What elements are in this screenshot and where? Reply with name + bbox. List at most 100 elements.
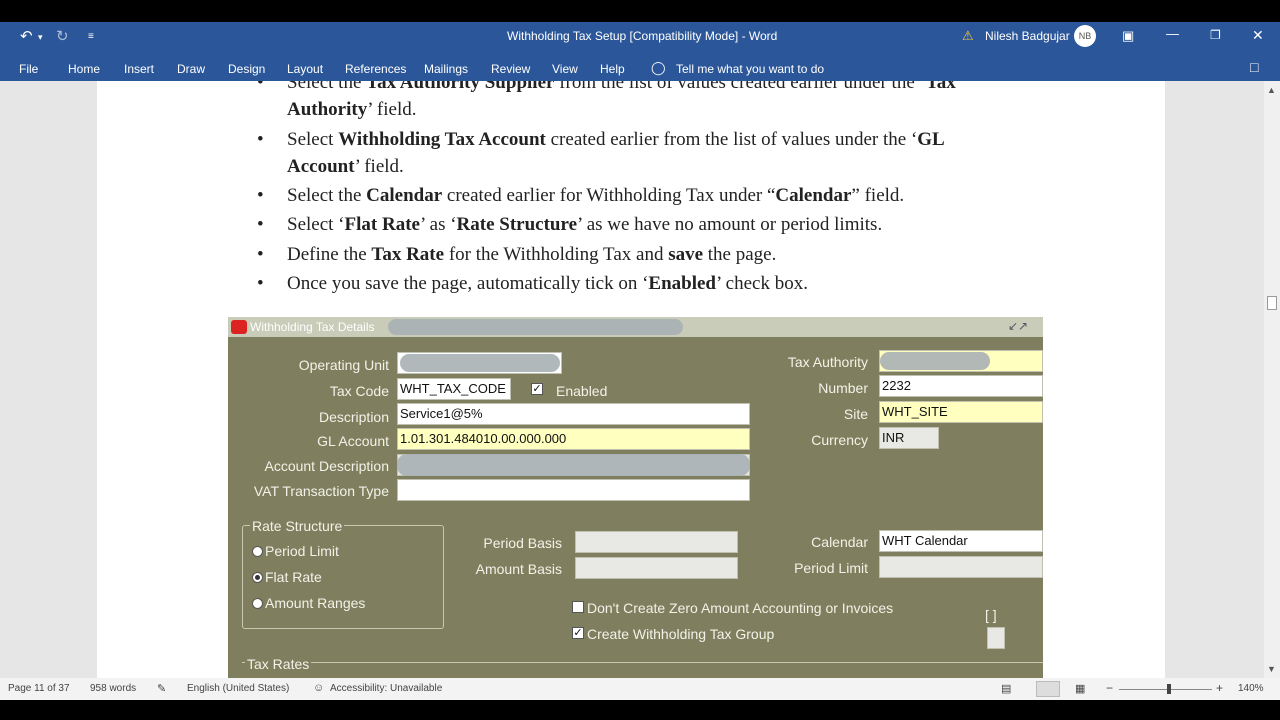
create-group-checkbox[interactable]: ✓ [572, 627, 584, 639]
dont-create-zero-label: Don't Create Zero Amount Accounting or I… [587, 600, 894, 616]
tab-home[interactable]: Home [68, 62, 100, 76]
redacted-blur [400, 354, 560, 372]
number-field[interactable]: 2232 [879, 375, 1043, 397]
accessibility-status[interactable]: Accessibility: Unavailable [330, 683, 442, 694]
bullet-text-line: Authority’ field. [287, 99, 416, 121]
avatar[interactable]: NB [1074, 25, 1096, 47]
bold-text: Flat Rate [344, 214, 420, 235]
tab-references[interactable]: References [345, 62, 406, 76]
form-header: Withholding Tax Details ↙↗ [228, 317, 1043, 337]
tab-draw[interactable]: Draw [177, 62, 205, 76]
scroll-thumb[interactable] [1267, 296, 1277, 310]
tab-insert[interactable]: Insert [124, 62, 154, 76]
create-group-label: Create Withholding Tax Group [587, 626, 775, 642]
text: Define the [287, 244, 372, 265]
bold-text: Tax Authority Supplier [366, 81, 555, 93]
vertical-scrollbar[interactable]: ▲ ▼ [1264, 81, 1280, 678]
dont-create-zero-checkbox[interactable] [572, 601, 584, 613]
window-resize-icon[interactable]: ↙↗ [1008, 319, 1028, 333]
redo-icon[interactable]: ↻ [56, 27, 69, 45]
zoom-in-icon[interactable]: + [1216, 681, 1223, 695]
zoom-out-icon[interactable]: − [1106, 681, 1113, 695]
tab-file[interactable]: File [19, 62, 38, 76]
currency-field: INR [879, 427, 939, 449]
web-layout-icon[interactable]: ▦ [1075, 682, 1085, 695]
accessibility-icon: ☺ [313, 682, 325, 694]
bullet-text-line: Select ‘Flat Rate’ as ‘Rate Structure’ a… [287, 214, 882, 236]
number-label: Number [818, 380, 868, 396]
bold-text: Enabled [648, 273, 716, 294]
tab-review[interactable]: Review [491, 62, 530, 76]
tax-authority-label: Tax Authority [787, 354, 868, 370]
proofing-icon[interactable]: ✎ [157, 682, 166, 695]
restore-icon[interactable]: ❐ [1210, 28, 1221, 42]
text: ’ as ‘ [419, 214, 457, 235]
amount-ranges-radio[interactable] [252, 598, 263, 609]
bottom-black-bar [0, 700, 1280, 720]
tab-view[interactable]: View [552, 62, 578, 76]
bold-text: Calendar [775, 185, 852, 206]
scroll-down-icon[interactable]: ▼ [1267, 664, 1276, 674]
bold-text: Rate Structure [456, 214, 578, 235]
text: the page. [703, 244, 777, 265]
customize-qat-icon[interactable]: ≡ [88, 31, 94, 42]
text: Once you save the page, automatically ti… [287, 273, 649, 294]
site-field[interactable]: WHT_SITE [879, 401, 1043, 423]
flat-rate-radio[interactable] [252, 572, 263, 583]
text: Select ‘ [287, 214, 345, 235]
bold-text: Account [287, 156, 355, 177]
print-layout-icon[interactable] [1036, 681, 1060, 697]
scroll-up-icon[interactable]: ▲ [1267, 85, 1276, 95]
bullet-text-line: Once you save the page, automatically ti… [287, 273, 808, 295]
tab-help[interactable]: Help [600, 62, 625, 76]
bold-text: Calendar [366, 185, 443, 206]
tab-layout[interactable]: Layout [287, 62, 323, 76]
zoom-slider-track[interactable] [1119, 689, 1212, 690]
oracle-form-screenshot: Withholding Tax Details ↙↗ Operating Uni… [228, 317, 1043, 678]
tax-code-field[interactable]: WHT_TAX_CODE [397, 378, 511, 400]
word-count[interactable]: 958 words [90, 683, 136, 694]
close-icon[interactable]: ✕ [1252, 27, 1264, 44]
comments-icon[interactable]: □ [1250, 59, 1258, 75]
text: ” field. [851, 185, 905, 206]
bullet-dot: • [257, 214, 264, 235]
bullet-text-line: Select the Tax Authority Supplier from t… [287, 81, 956, 94]
bold-text: Tax [925, 81, 956, 93]
period-limit-radio[interactable] [252, 546, 263, 557]
amount-basis-field [575, 557, 738, 579]
zoom-level[interactable]: 140% [1238, 683, 1264, 694]
amount-basis-label: Amount Basis [475, 561, 562, 577]
vat-transaction-type-field[interactable] [397, 479, 750, 501]
undo-icon[interactable]: ↶ [20, 27, 33, 45]
enabled-label: Enabled [556, 383, 608, 399]
text: ’ field. [354, 156, 404, 177]
description-label: Description [318, 409, 389, 425]
enabled-checkbox[interactable]: ✓ [531, 383, 543, 395]
gl-account-field[interactable]: 1.01.301.484010.00.000.000 [397, 428, 750, 450]
small-field[interactable] [987, 627, 1005, 649]
calendar-field[interactable]: WHT Calendar [879, 530, 1043, 552]
minimize-icon[interactable]: — [1166, 26, 1179, 41]
text: from the list of values created earlier … [554, 81, 926, 93]
bullet-text-line: Account’ field. [287, 156, 404, 178]
amount-ranges-radio-label: Amount Ranges [265, 595, 366, 611]
period-limit-radio-label: Period Limit [265, 543, 339, 559]
ribbon-display-options-icon[interactable]: ▣ [1122, 28, 1134, 44]
document-page: Select the Tax Authority Supplier from t… [97, 81, 1165, 678]
zoom-slider-thumb[interactable] [1167, 684, 1171, 694]
undo-dropdown-icon[interactable]: ▾ [38, 32, 43, 43]
description-field[interactable]: Service1@5% [397, 403, 750, 425]
read-mode-icon[interactable]: ▤ [1001, 682, 1011, 695]
tab-mailings[interactable]: Mailings [424, 62, 468, 76]
lightbulb-icon: ◯ [651, 60, 666, 75]
bullet-dot: • [257, 185, 264, 206]
text: created earlier from the list of values … [545, 129, 918, 150]
window-title: Withholding Tax Setup [Compatibility Mod… [507, 29, 778, 43]
tell-me-search[interactable]: Tell me what you want to do [676, 62, 824, 76]
tab-design[interactable]: Design [228, 62, 265, 76]
user-name[interactable]: Nilesh Badgujar [985, 29, 1070, 43]
top-black-bar [0, 0, 1280, 22]
page-count[interactable]: Page 11 of 37 [8, 683, 70, 694]
language[interactable]: English (United States) [187, 683, 289, 694]
bullet-dot: • [257, 81, 264, 93]
